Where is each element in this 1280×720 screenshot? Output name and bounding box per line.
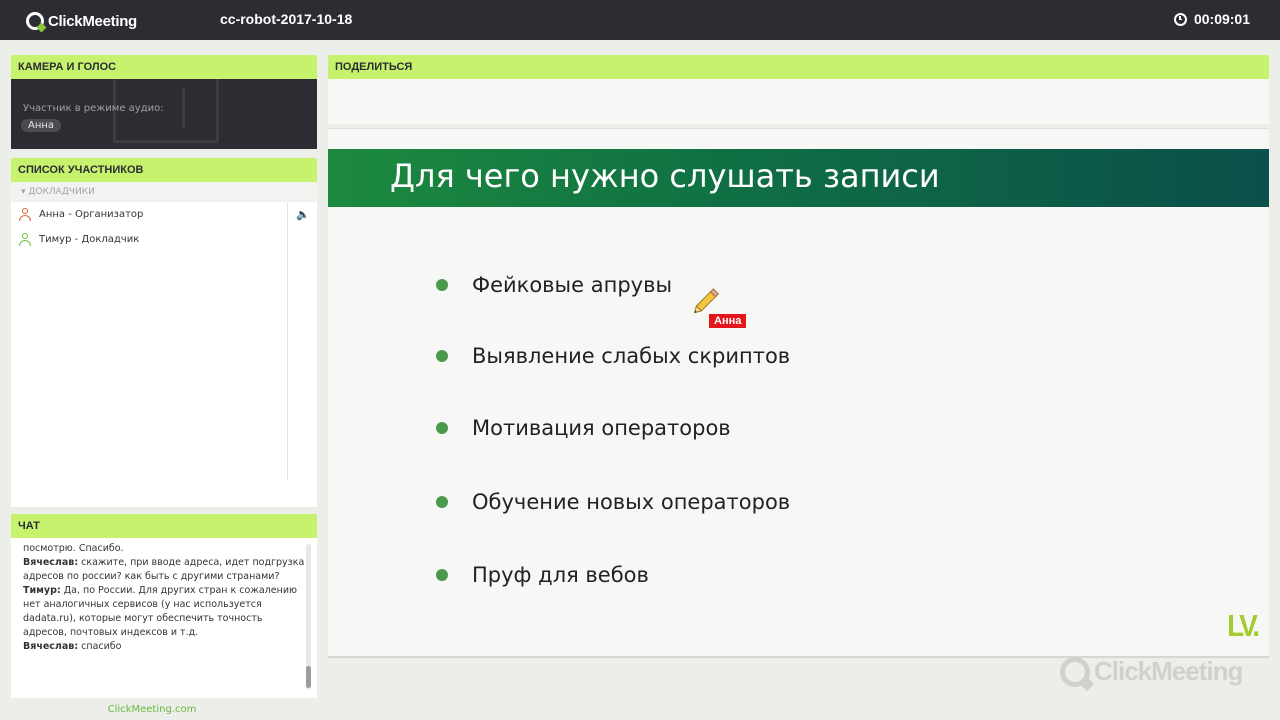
chat-panel: посмотрю. Спасибо. Вячеслав: скажите, пр…: [11, 538, 317, 698]
clickmeeting-watermark-icon: [1060, 656, 1090, 687]
bullet-text: Фейковые апрувы: [472, 273, 673, 297]
slide-bullet: Фейковые апрувы: [436, 273, 672, 297]
participant-item[interactable]: Анна - Организатор: [11, 202, 317, 227]
participant-name: Анна - Организатор: [39, 209, 144, 220]
slide-title-banner: Для чего нужно слушать записи: [328, 149, 1269, 207]
presentation-slide: Для чего нужно слушать записи Фейковые а…: [328, 128, 1269, 658]
clickmeeting-link[interactable]: ClickMeeting.com: [11, 704, 293, 715]
audio-mode-label: Участник в режиме аудио:: [23, 103, 164, 114]
bullet-text: Обучение новых операторов: [472, 490, 791, 514]
bullet-dot: [436, 569, 448, 581]
chat-message: посмотрю. Спасибо.: [23, 543, 124, 554]
participants-scrollbar[interactable]: [287, 202, 288, 480]
participants-list: ▾ ДОКЛАДЧИКИ Анна - Организатор Тимур - …: [11, 182, 317, 507]
chat-message: Вячеслав: спасибо: [23, 641, 122, 652]
bullet-dot: [436, 422, 448, 434]
bullet-text: Выявление слабых скриптов: [472, 344, 791, 368]
bullet-text: Пруф для вебов: [472, 563, 649, 587]
top-bar: ClickMeeting cc-robot-2017-10-18 00:09:0…: [0, 0, 1280, 40]
presenter-cursor-label: Анна: [709, 314, 747, 328]
bullet-dot: [436, 496, 448, 508]
user-organizer-icon: [18, 207, 32, 222]
share-toolbar-area: [328, 79, 1269, 124]
slide-bullet: Выявление слабых скриптов: [436, 344, 790, 368]
speaker-icon[interactable]: 🔈: [296, 208, 310, 221]
app-brand: ClickMeeting: [48, 12, 137, 30]
camera-panel-header[interactable]: КАМЕРА И ГОЛОС: [11, 55, 317, 79]
app-logo: ClickMeeting: [26, 11, 137, 31]
bullet-dot: [436, 350, 448, 362]
user-presenter-icon: [18, 232, 32, 247]
chat-scrollbar-thumb[interactable]: [306, 666, 311, 688]
slide-bullet: Мотивация операторов: [436, 416, 731, 440]
clock-icon: [1173, 12, 1187, 26]
chat-panel-header[interactable]: ЧАТ: [11, 514, 317, 538]
chat-messages: посмотрю. Спасибо. Вячеслав: скажите, пр…: [23, 542, 309, 654]
share-panel-header[interactable]: ПОДЕЛИТЬСЯ: [328, 55, 1269, 79]
slide-bullet: Пруф для вебов: [436, 563, 649, 587]
bullet-dot: [436, 279, 448, 291]
group-label-presenters[interactable]: ▾ ДОКЛАДЧИКИ: [11, 182, 317, 202]
participant-item[interactable]: Тимур - Докладчик: [11, 227, 317, 252]
audio-participant-badge: Анна: [21, 119, 62, 132]
chat-message: Тимур: Да, по России. Для других стран к…: [23, 585, 297, 638]
chat-message: Вячеслав: скажите, при вводе адреса, иде…: [23, 557, 305, 582]
pencil-icon: [693, 288, 720, 314]
clickmeeting-watermark: ClickMeeting: [1060, 656, 1243, 687]
slide-title: Для чего нужно слушать записи: [390, 157, 940, 195]
clickmeeting-logo-icon: [26, 12, 44, 30]
slide-bullet: Обучение новых операторов: [436, 490, 790, 514]
slide-brand-logo: LV.: [1227, 608, 1260, 643]
timer-value: 00:09:01: [1193, 11, 1250, 27]
watermark-text: ClickMeeting: [1094, 656, 1243, 686]
participants-panel-header[interactable]: СПИСОК УЧАСТНИКОВ: [11, 158, 317, 182]
bullet-text: Мотивация операторов: [472, 416, 731, 440]
meeting-title: cc-robot-2017-10-18: [220, 11, 353, 27]
camera-panel: Участник в режиме аудио: Анна: [11, 79, 317, 149]
session-timer: 00:09:01: [1173, 11, 1250, 27]
participant-name: Тимур - Докладчик: [39, 234, 140, 245]
